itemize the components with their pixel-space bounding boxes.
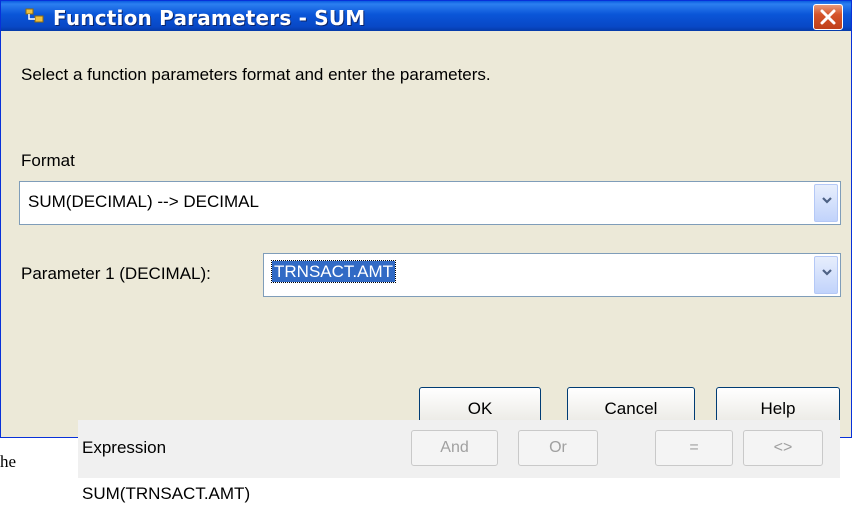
- format-value: SUM(DECIMAL) --> DECIMAL: [28, 192, 259, 211]
- format-label: Format: [21, 151, 75, 170]
- format-dropdown[interactable]: SUM(DECIMAL) --> DECIMAL: [19, 181, 841, 225]
- instruction-text: Select a function parameters format and …: [21, 65, 491, 84]
- close-icon: [820, 9, 836, 25]
- expression-value: SUM(TRNSACT.AMT): [82, 484, 251, 503]
- parameter1-dropdown-button[interactable]: [814, 256, 838, 294]
- expression-panel: Expression And Or = <> SUM(TRNSACT.AMT): [78, 420, 840, 508]
- expression-toolbar: Expression And Or = <>: [78, 420, 840, 478]
- chevron-down-icon: [822, 269, 832, 276]
- chevron-down-icon: [822, 197, 832, 204]
- equals-button[interactable]: =: [655, 430, 733, 466]
- format-dropdown-button[interactable]: [814, 184, 838, 222]
- title-bar[interactable]: Function Parameters - SUM: [1, 1, 851, 31]
- not-equal-button[interactable]: <>: [743, 430, 823, 466]
- window-title: Function Parameters - SUM: [53, 6, 366, 30]
- background-text-fragment: he: [0, 452, 17, 471]
- or-button[interactable]: Or: [518, 430, 598, 466]
- parameter1-label: Parameter 1 (DECIMAL):: [21, 264, 211, 283]
- parameter1-value[interactable]: TRNSACT.AMT: [271, 260, 396, 283]
- close-button[interactable]: [813, 4, 843, 30]
- parameter1-selected-text: TRNSACT.AMT: [271, 260, 396, 283]
- expression-label: Expression: [82, 438, 167, 457]
- function-parameters-dialog: Function Parameters - SUM Select a funct…: [0, 0, 852, 438]
- parameter1-combobox[interactable]: TRNSACT.AMT: [263, 253, 841, 297]
- and-button[interactable]: And: [411, 430, 498, 466]
- function-icon: [25, 8, 45, 24]
